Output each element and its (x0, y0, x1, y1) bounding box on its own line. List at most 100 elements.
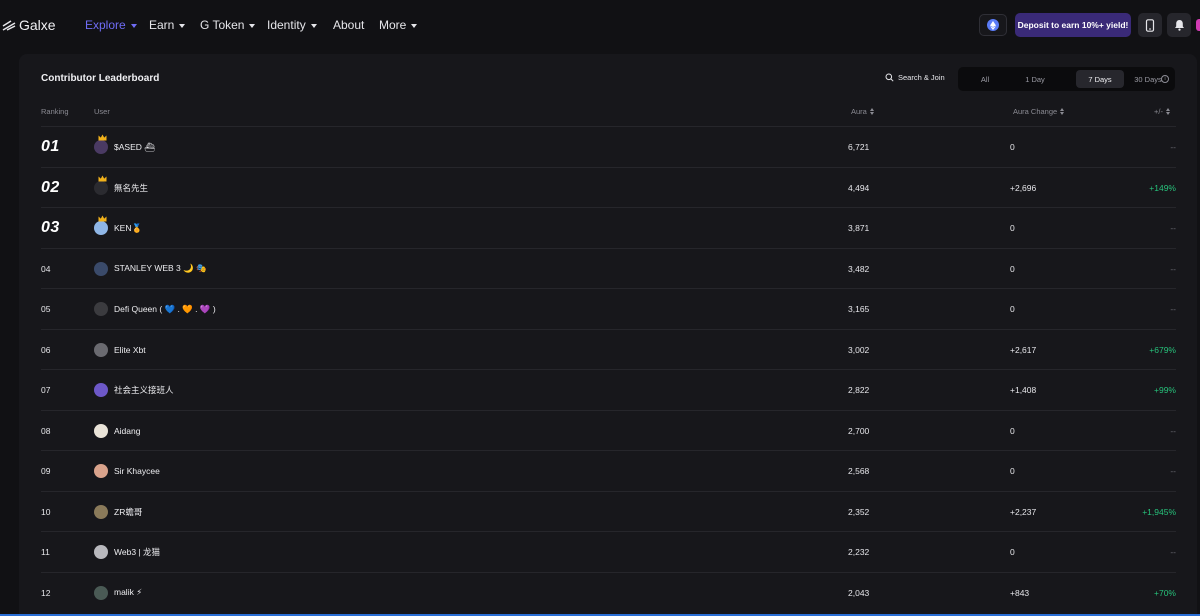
rank-number: 02 (41, 178, 60, 196)
column-aura[interactable]: Aura (851, 107, 874, 116)
user-name: ZR蟾哥 (114, 506, 143, 517)
aura-value: 2,700 (848, 425, 870, 436)
pct-change-value: -- (1170, 142, 1176, 152)
user-name: malik ⚡ (114, 587, 143, 597)
search-join-button[interactable]: Search & Join (885, 73, 945, 82)
chevron-down-icon (310, 23, 317, 28)
table-row[interactable]: 06 Elite Xbt 3,002 +2,617 +679% (41, 328, 1176, 370)
table-row[interactable]: 08 Aidang 2,700 0 -- (41, 409, 1176, 451)
aura-change-value: 0 (1010, 223, 1015, 233)
panel-title: Contributor Leaderboard (41, 73, 160, 84)
nav-g-token[interactable]: G Token (200, 17, 256, 33)
table-row[interactable]: 10 ZR蟾哥 2,352 +2,237 +1,945% (41, 490, 1176, 532)
pct-change-value: -- (1170, 547, 1176, 557)
user-cell[interactable]: ZR蟾哥 (94, 492, 142, 532)
period-selector: All 1 Day 7 Days 30 Days i (958, 67, 1175, 91)
user-cell[interactable]: 無名先生 (94, 168, 148, 208)
notifications-button[interactable] (1167, 13, 1191, 37)
user-cell[interactable]: STANLEY WEB 3 🌙 🎭 (94, 249, 207, 289)
aura-change-value: +1,408 (1010, 385, 1037, 395)
period-7-days[interactable]: 7 Days (1076, 70, 1124, 88)
user-name: Web3 | 龙猫 (114, 547, 160, 557)
chevron-down-icon (411, 23, 418, 28)
pct-change-value: +149% (1149, 182, 1176, 193)
mobile-app-button[interactable] (1138, 13, 1162, 37)
user-cell[interactable]: Elite Xbt (94, 330, 146, 370)
column-pct-change[interactable]: +/- (1154, 107, 1170, 116)
avatar (94, 504, 108, 519)
table-row[interactable]: 01 $ASED ⛴ 6,721 0 -- (41, 126, 1176, 167)
aura-change-value: 0 (1010, 263, 1015, 274)
deposit-button[interactable]: Deposit to earn 10%+ yield! (1015, 13, 1131, 37)
nav-more[interactable]: More (379, 17, 418, 33)
rank-number: 04 (41, 263, 51, 274)
aura-change-value: 0 (1010, 142, 1015, 152)
aura-change-value: +2,617 (1010, 344, 1037, 355)
top-nav: Galxe Explore Earn G Token Identity Abou… (0, 0, 1200, 50)
aura-value: 2,232 (848, 547, 870, 557)
search-icon (885, 73, 894, 82)
user-cell[interactable]: KEN🏅 (94, 208, 142, 248)
aura-change-value: 0 (1010, 466, 1015, 476)
aura-value: 3,871 (848, 223, 870, 233)
table-row[interactable]: 03 KEN🏅 3,871 0 -- (41, 207, 1176, 248)
network-selector-button[interactable] (979, 14, 1007, 36)
nav-identity[interactable]: Identity (267, 17, 317, 33)
table-row[interactable]: 04 STANLEY WEB 3 🌙 🎭 3,482 0 -- (41, 247, 1176, 289)
user-avatar[interactable] (1196, 19, 1200, 31)
user-cell[interactable]: Sir Khaycee (94, 451, 160, 491)
user-name: KEN🏅 (114, 222, 143, 233)
rank-number: 09 (41, 466, 51, 476)
crown-icon (98, 134, 107, 141)
table-row[interactable]: 09 Sir Khaycee 2,568 0 -- (41, 450, 1176, 491)
rank-number: 08 (41, 425, 51, 436)
avatar (94, 342, 108, 357)
table-row[interactable]: 02 無名先生 4,494 +2,696 +149% (41, 166, 1176, 208)
table-row[interactable]: 11 Web3 | 龙猫 2,232 0 -- (41, 531, 1176, 572)
avatar (94, 464, 108, 478)
period-1-day[interactable]: 1 Day (1010, 70, 1060, 88)
user-cell[interactable]: Aidang (94, 411, 140, 451)
avatar (94, 585, 108, 600)
pct-change-value: -- (1170, 223, 1176, 233)
logo-text: Galxe (19, 17, 56, 33)
user-cell[interactable]: Defi Queen ( 💙 . 🧡 . 💜 ) (94, 289, 216, 329)
user-name: 無名先生 (114, 182, 149, 193)
sort-icon (1060, 108, 1065, 115)
avatar (94, 545, 108, 559)
rank-number: 03 (41, 219, 60, 236)
user-cell[interactable]: Web3 | 龙猫 (94, 532, 160, 572)
user-name: $ASED ⛴ (114, 141, 156, 152)
user-name: Elite Xbt (114, 344, 146, 355)
period-all[interactable]: All (962, 70, 1008, 88)
aura-change-value: +843 (1010, 587, 1030, 598)
aura-value: 2,568 (848, 466, 870, 476)
aura-value: 6,721 (848, 142, 870, 152)
crown-icon (98, 175, 107, 181)
user-name: Defi Queen ( 💙 . 🧡 . 💜 ) (114, 303, 216, 314)
nav-earn[interactable]: Earn (149, 17, 186, 33)
chevron-down-icon (249, 23, 256, 28)
rank-number: 10 (41, 506, 51, 517)
table-row[interactable]: 12 malik ⚡ 2,043 +843 +70% (41, 571, 1176, 613)
table-row[interactable]: 05 Defi Queen ( 💙 . 🧡 . 💜 ) 3,165 0 -- (41, 288, 1176, 329)
galxe-logo[interactable]: Galxe (2, 16, 56, 34)
nav-about[interactable]: About (333, 17, 364, 33)
pct-change-value: +679% (1149, 344, 1176, 355)
sort-icon (869, 108, 874, 115)
table-row[interactable]: 07 社会主义接班人 2,822 +1,408 +99% (41, 369, 1176, 410)
column-aura-change[interactable]: Aura Change (1013, 107, 1065, 116)
phone-icon (1145, 18, 1155, 32)
user-cell[interactable]: $ASED ⛴ (94, 127, 155, 167)
user-name: Sir Khaycee (114, 466, 160, 476)
user-cell[interactable]: 社会主义接班人 (94, 370, 174, 410)
user-name: STANLEY WEB 3 🌙 🎭 (114, 263, 207, 273)
info-icon[interactable]: i (1161, 75, 1169, 83)
rank-number: 12 (41, 587, 51, 598)
pct-change-value: -- (1170, 466, 1176, 476)
nav-explore[interactable]: Explore (85, 17, 137, 33)
rank-number: 07 (41, 385, 51, 395)
pct-change-value: -- (1170, 425, 1176, 436)
aura-change-value: +2,696 (1010, 182, 1037, 193)
user-cell[interactable]: malik ⚡ (94, 573, 142, 613)
